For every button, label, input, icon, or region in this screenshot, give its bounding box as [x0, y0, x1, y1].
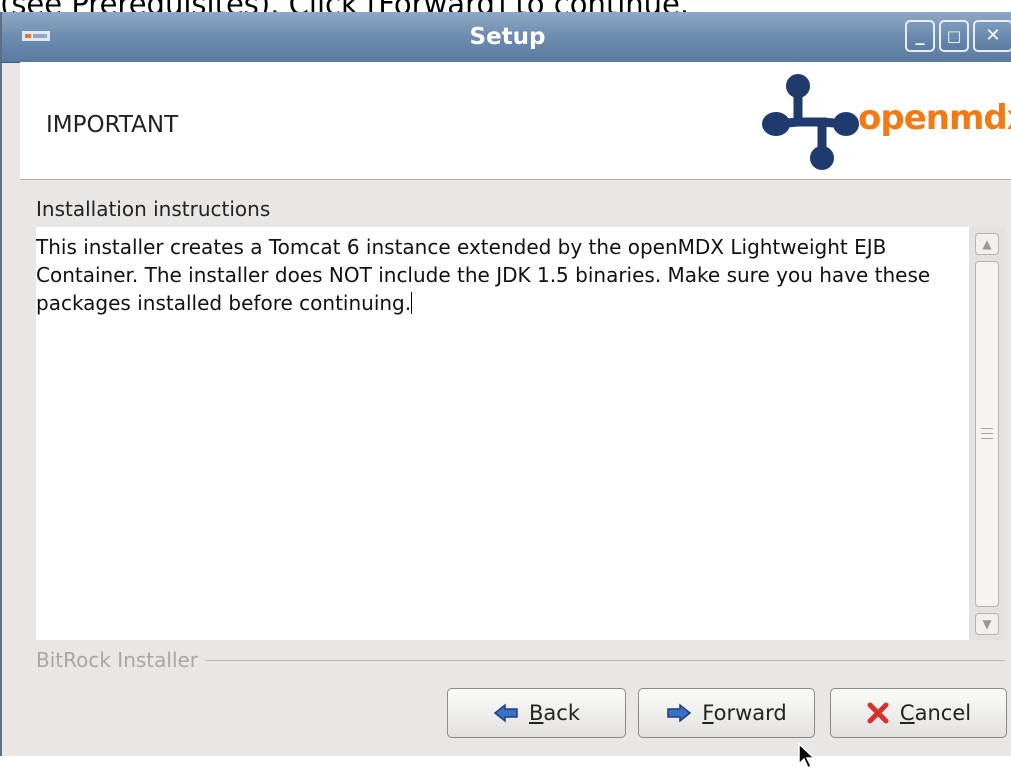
scroll-down-button[interactable]: ▼ [975, 613, 999, 635]
back-label: Back [529, 701, 580, 725]
scroll-thumb[interactable] [975, 261, 999, 607]
header-panel: IMPORTANT openmdx [20, 62, 1011, 180]
close-button[interactable]: ✕ [973, 20, 1011, 52]
grip-line [981, 428, 993, 429]
maximize-button[interactable]: □ [939, 20, 969, 52]
forward-button[interactable]: Forward [638, 688, 815, 738]
cancel-label: Cancel [899, 701, 972, 725]
mouse-cursor-icon [798, 742, 816, 770]
forward-label: Forward [702, 701, 787, 725]
grip-line [981, 433, 993, 434]
cancel-button[interactable]: Cancel [830, 688, 1007, 738]
scroll-up-button[interactable]: ▲ [975, 233, 999, 255]
grip-line [981, 438, 993, 439]
maximize-icon: □ [946, 27, 962, 45]
scroll-down-icon: ▼ [982, 617, 992, 631]
brand-label: BitRock Installer [36, 648, 207, 672]
minimize-icon: _ [915, 25, 925, 46]
brand-separator: BitRock Installer [36, 648, 1005, 674]
instructions-textarea[interactable]: This installer creates a Tomcat 6 instan… [36, 227, 969, 640]
close-icon: ✕ [985, 25, 1001, 46]
logo-text: openmdx [858, 98, 1011, 138]
openmdx-logo: openmdx [760, 72, 1011, 172]
page-title: IMPORTANT [46, 112, 179, 138]
setup-window: Setup _ □ ✕ IMPORTANT openmdx Installati… [0, 12, 1011, 756]
title-bar[interactable]: Setup _ □ ✕ [2, 12, 1011, 63]
text-caret [411, 292, 413, 314]
section-label: Installation instructions [36, 197, 271, 221]
scroll-up-icon: ▲ [982, 237, 992, 251]
cross-icon [867, 702, 889, 724]
vertical-scrollbar[interactable]: ▲ ▼ [969, 227, 1005, 640]
arrow-left-icon [493, 703, 518, 723]
minimize-button[interactable]: _ [905, 20, 935, 52]
logo-mark-icon [762, 74, 859, 170]
window-title: Setup [469, 24, 546, 50]
back-button[interactable]: Back [447, 688, 626, 738]
instructions-text: This installer creates a Tomcat 6 instan… [36, 235, 931, 315]
arrow-right-icon [667, 703, 692, 723]
